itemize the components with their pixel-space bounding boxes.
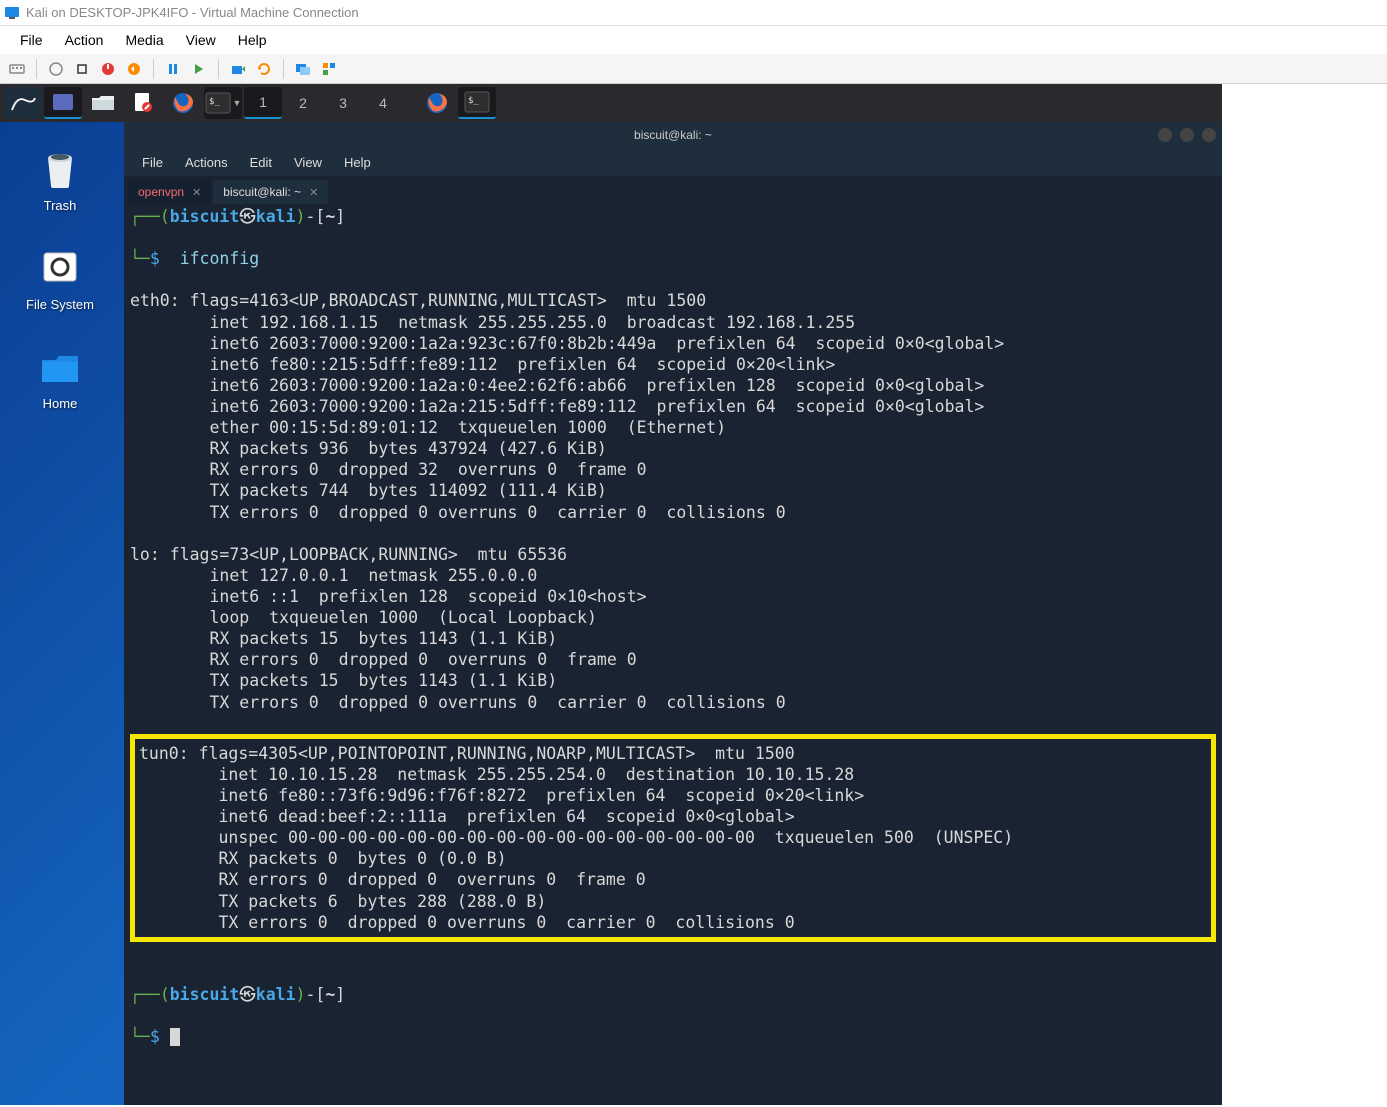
terminal-body[interactable]: ┌──(biscuit㉿kali)-[~] └─$ ifconfig eth0:… <box>124 204 1222 1105</box>
checkpoint-icon[interactable] <box>227 58 249 80</box>
tab-label: biscuit@kali: ~ <box>223 185 301 199</box>
toolbar-divider <box>218 59 219 79</box>
ifconfig-tun0: tun0: flags=4305<UP,POINTOPOINT,RUNNING,… <box>139 744 1013 932</box>
firefox-running-icon[interactable] <box>418 87 456 119</box>
close-icon[interactable]: ✕ <box>192 186 201 199</box>
vm-toolbar <box>0 54 1387 84</box>
kali-taskbar: $_ ▼ 1 2 3 4 $_ <box>0 84 1222 122</box>
terminal-menubar: File Actions Edit View Help <box>124 148 1222 176</box>
svg-text:$_: $_ <box>209 97 220 107</box>
filesystem-label: File System <box>26 297 94 312</box>
ifconfig-eth0: eth0: flags=4163<UP,BROADCAST,RUNNING,MU… <box>130 291 1004 521</box>
vm-guest-area: $_ ▼ 1 2 3 4 $_ Trash File System Home bi… <box>0 84 1222 1105</box>
term-menu-help[interactable]: Help <box>334 151 381 174</box>
maximize-button[interactable] <box>1180 128 1194 142</box>
toolbar-divider <box>153 59 154 79</box>
term-menu-edit[interactable]: Edit <box>240 151 282 174</box>
terminal-title: biscuit@kali: ~ <box>634 128 712 142</box>
tab-main[interactable]: biscuit@kali: ~ ✕ <box>213 180 328 204</box>
prompt-line: ┌──(biscuit㉿kali)-[~] <box>130 984 1216 1005</box>
terminal-titlebar[interactable]: biscuit@kali: ~ <box>124 122 1222 148</box>
highlight-tun0: tun0: flags=4305<UP,POINTOPOINT,RUNNING,… <box>130 734 1216 942</box>
prompt-line: ┌──(biscuit㉿kali)-[~] <box>130 206 1216 227</box>
workspace-1[interactable]: 1 <box>244 87 282 119</box>
shutdown-icon[interactable] <box>97 58 119 80</box>
pause-icon[interactable] <box>162 58 184 80</box>
tab-openvpn[interactable]: openvpn ✕ <box>128 180 211 204</box>
vm-title: Kali on DESKTOP-JPK4IFO - Virtual Machin… <box>26 5 359 20</box>
minimize-button[interactable] <box>1158 128 1172 142</box>
save-icon[interactable] <box>123 58 145 80</box>
menu-file[interactable]: File <box>10 28 53 52</box>
menu-media[interactable]: Media <box>115 28 173 52</box>
text-editor-icon[interactable] <box>124 87 162 119</box>
workspace-4[interactable]: 4 <box>364 87 402 119</box>
terminal-launcher-icon[interactable]: $_ ▼ <box>204 87 242 119</box>
tab-label: openvpn <box>138 185 184 199</box>
close-icon[interactable]: ✕ <box>309 186 318 199</box>
term-menu-file[interactable]: File <box>132 151 173 174</box>
toolbar-divider <box>36 59 37 79</box>
prompt-line: └─$ <box>130 1026 1216 1047</box>
workspace-3[interactable]: 3 <box>324 87 362 119</box>
kali-menu-icon[interactable] <box>4 87 42 119</box>
prompt-line: └─$ ifconfig <box>130 248 1216 269</box>
cursor <box>170 1028 180 1046</box>
filesystem-icon[interactable]: File System <box>20 243 100 312</box>
home-icon[interactable]: Home <box>20 342 100 411</box>
menu-help[interactable]: Help <box>228 28 277 52</box>
stop-icon[interactable] <box>71 58 93 80</box>
menu-view[interactable]: View <box>176 28 226 52</box>
show-desktop-icon[interactable] <box>44 87 82 119</box>
ifconfig-lo: lo: flags=73<UP,LOOPBACK,RUNNING> mtu 65… <box>130 545 786 712</box>
toolbar-divider <box>283 59 284 79</box>
start-icon[interactable] <box>45 58 67 80</box>
desktop-icons: Trash File System Home <box>20 144 100 441</box>
menu-action[interactable]: Action <box>55 28 114 52</box>
chevron-down-icon: ▼ <box>233 98 242 108</box>
term-menu-actions[interactable]: Actions <box>175 151 238 174</box>
term-menu-view[interactable]: View <box>284 151 332 174</box>
share-icon[interactable] <box>318 58 340 80</box>
workspace-2[interactable]: 2 <box>284 87 322 119</box>
trash-icon[interactable]: Trash <box>20 144 100 213</box>
firefox-icon[interactable] <box>164 87 202 119</box>
vm-icon <box>4 5 20 21</box>
svg-text:$_: $_ <box>468 96 479 106</box>
trash-label: Trash <box>44 198 77 213</box>
vm-titlebar: Kali on DESKTOP-JPK4IFO - Virtual Machin… <box>0 0 1387 26</box>
terminal-tabs: openvpn ✕ biscuit@kali: ~ ✕ <box>124 176 1222 204</box>
terminal-running-icon[interactable]: $_ <box>458 87 496 119</box>
vm-menubar: File Action Media View Help <box>0 26 1387 54</box>
reset-icon[interactable] <box>188 58 210 80</box>
ctrl-alt-del-icon[interactable] <box>6 58 28 80</box>
terminal-window: biscuit@kali: ~ File Actions Edit View H… <box>124 122 1222 1105</box>
enhanced-session-icon[interactable] <box>292 58 314 80</box>
home-label: Home <box>43 396 78 411</box>
revert-icon[interactable] <box>253 58 275 80</box>
file-manager-icon[interactable] <box>84 87 122 119</box>
close-button[interactable] <box>1202 128 1216 142</box>
